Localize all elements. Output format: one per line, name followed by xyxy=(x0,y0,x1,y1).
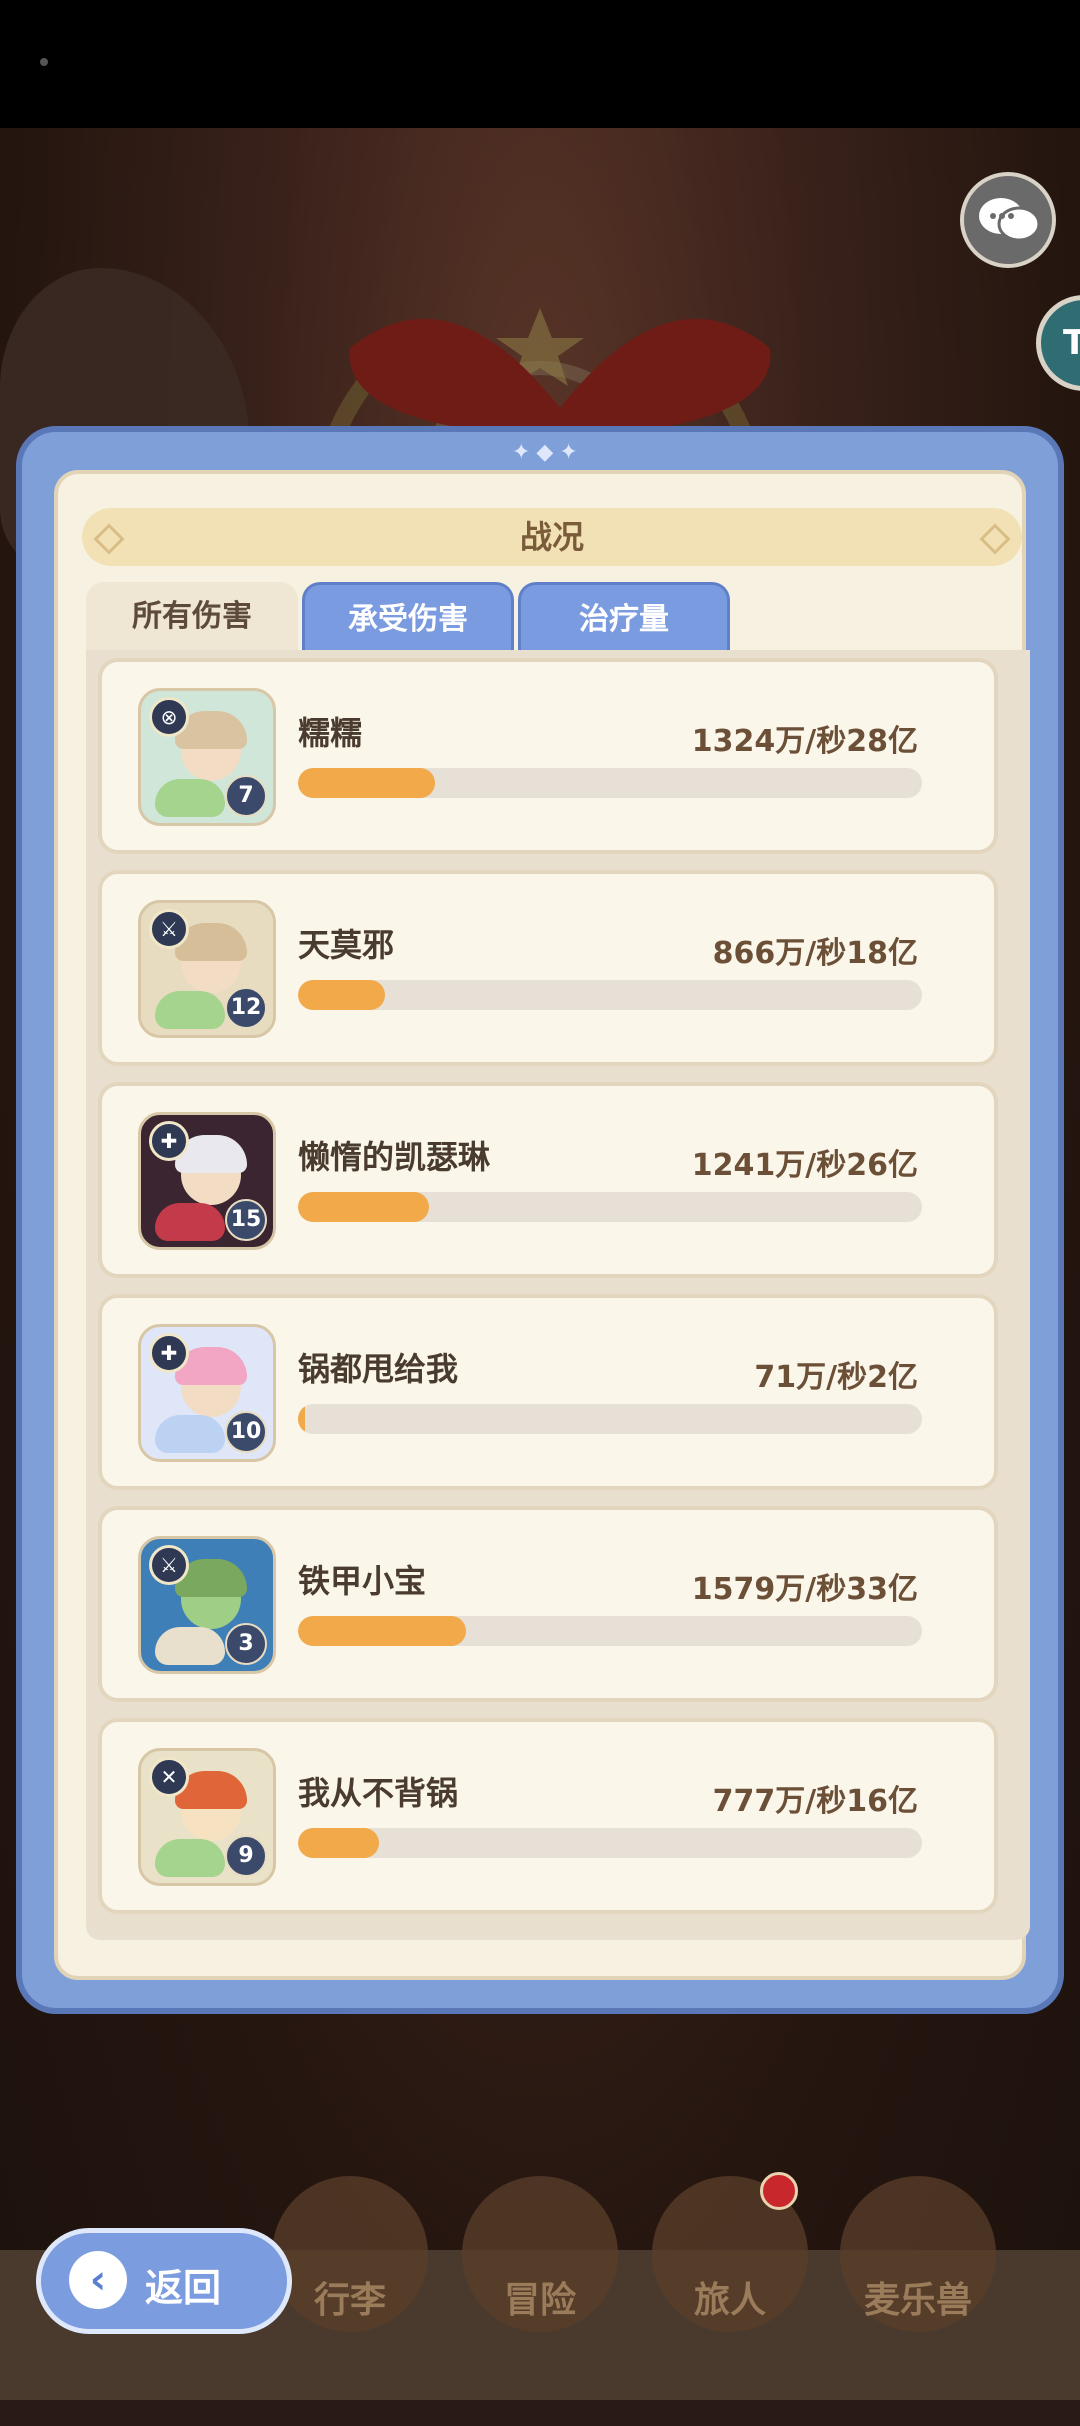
player-name: 懒惰的凯瑟琳 xyxy=(298,1138,491,1176)
cross-icon: ✚ xyxy=(149,1121,189,1161)
damage-bar xyxy=(298,980,922,1010)
player-name: 糯糯 xyxy=(298,714,363,752)
player-name: 我从不背锅 xyxy=(298,1774,459,1812)
damage-bar xyxy=(298,1192,922,1222)
list-item[interactable]: ⊗ 7 糯糯 1324万/秒28亿 xyxy=(98,658,998,854)
sword-icon: ⚔ xyxy=(149,1545,189,1585)
damage-stat: 1324万/秒28亿 xyxy=(691,724,918,759)
list-item[interactable]: ✕ 9 我从不背锅 777万/秒16亿 xyxy=(98,1718,998,1914)
avatar: ⊗ 7 xyxy=(138,688,276,826)
damage-bar xyxy=(298,768,922,798)
level-badge: 10 xyxy=(225,1411,267,1453)
chat-button[interactable] xyxy=(960,172,1056,268)
sword-icon: ⚔ xyxy=(149,909,189,949)
nav-adventure[interactable]: 冒险 xyxy=(462,2176,618,2332)
crossed-swords-icon: ✕ xyxy=(149,1757,189,1797)
modal-content: 战况 所有伤害 承受伤害 治疗量 ⊗ 7 糯糯 1324万/秒28亿 ⚔ 12 … xyxy=(54,470,1030,1980)
avatar: ✚ 10 xyxy=(138,1324,276,1462)
avatar: ✚ 15 xyxy=(138,1112,276,1250)
pet-crystals xyxy=(155,1415,225,1453)
damage-bar xyxy=(298,1828,922,1858)
level-badge: 9 xyxy=(225,1835,267,1877)
damage-stat: 866万/秒18亿 xyxy=(712,936,918,971)
pet-slime xyxy=(155,991,225,1029)
level-badge: 3 xyxy=(225,1623,267,1665)
modal-top-ornament: ✦◆✦ xyxy=(512,440,584,465)
level-badge: 12 xyxy=(225,987,267,1029)
list-item[interactable]: ⚔ 3 铁甲小宝 1579万/秒33亿 xyxy=(98,1506,998,1702)
battle-stats-modal: ✦◆✦ 战况 所有伤害 承受伤害 治疗量 ⊗ 7 糯糯 1324万/秒28亿 ⚔… xyxy=(16,426,1064,2014)
damage-bar xyxy=(298,1616,922,1646)
pet-slime xyxy=(155,779,225,817)
nav-pets[interactable]: 麦乐兽 xyxy=(840,2176,996,2332)
damage-bar-fill xyxy=(298,1828,380,1858)
player-name: 铁甲小宝 xyxy=(298,1562,427,1600)
avatar: ⚔ 3 xyxy=(138,1536,276,1674)
pet-shell xyxy=(155,1627,225,1665)
damage-bar-fill xyxy=(298,1616,467,1646)
title-diamond-right xyxy=(979,523,1011,555)
tab-healing[interactable]: 治疗量 xyxy=(518,582,730,652)
damage-stat: 777万/秒16亿 xyxy=(712,1784,918,1819)
avatar: ⚔ 12 xyxy=(138,900,276,1038)
tab-bar: 所有伤害 承受伤害 治疗量 xyxy=(82,582,1032,652)
status-bar xyxy=(0,0,1080,128)
list-item[interactable]: ✚ 10 锅都甩给我 71万/秒2亿 xyxy=(98,1294,998,1490)
tab-damage-taken[interactable]: 承受伤害 xyxy=(302,582,514,652)
damage-bar-fill xyxy=(298,768,436,798)
list-item[interactable]: ✚ 15 懒惰的凯瑟琳 1241万/秒26亿 xyxy=(98,1082,998,1278)
pet-flowers xyxy=(155,1203,225,1241)
level-badge: 15 xyxy=(225,1199,267,1241)
notification-dot xyxy=(760,2172,798,2210)
back-arrow-icon: ‹ xyxy=(69,2251,127,2309)
chat-bubbles-icon xyxy=(979,198,1041,242)
cross-icon: ✚ xyxy=(149,1333,189,1373)
damage-stat: 1241万/秒26亿 xyxy=(691,1148,918,1183)
status-dot xyxy=(40,58,48,66)
list-item[interactable]: ⚔ 12 天莫邪 866万/秒18亿 xyxy=(98,870,998,1066)
modal-title-bar: 战况 xyxy=(82,508,1022,566)
nav-luggage[interactable]: 行李 xyxy=(272,2176,428,2332)
pet-slime xyxy=(155,1839,225,1877)
target-icon: ⊗ xyxy=(149,697,189,737)
title-diamond-left xyxy=(93,523,125,555)
tab-all-damage[interactable]: 所有伤害 xyxy=(86,582,298,652)
player-name: 天莫邪 xyxy=(298,926,395,964)
damage-stat: 1579万/秒33亿 xyxy=(691,1572,918,1607)
damage-bar-fill xyxy=(298,1192,430,1222)
back-label: 返回 xyxy=(145,2266,222,2310)
damage-bar xyxy=(298,1404,922,1434)
avatar: ✕ 9 xyxy=(138,1748,276,1886)
damage-bar-fill xyxy=(298,1404,306,1434)
damage-stat: 71万/秒2亿 xyxy=(754,1360,918,1395)
modal-title: 战况 xyxy=(519,518,584,556)
back-button[interactable]: ‹ 返回 xyxy=(36,2228,292,2334)
level-badge: 7 xyxy=(225,775,267,817)
damage-bar-fill xyxy=(298,980,386,1010)
player-name: 锅都甩给我 xyxy=(298,1350,459,1388)
damage-list: ⊗ 7 糯糯 1324万/秒28亿 ⚔ 12 天莫邪 866万/秒18亿 ✚ 1… xyxy=(86,650,1030,1940)
